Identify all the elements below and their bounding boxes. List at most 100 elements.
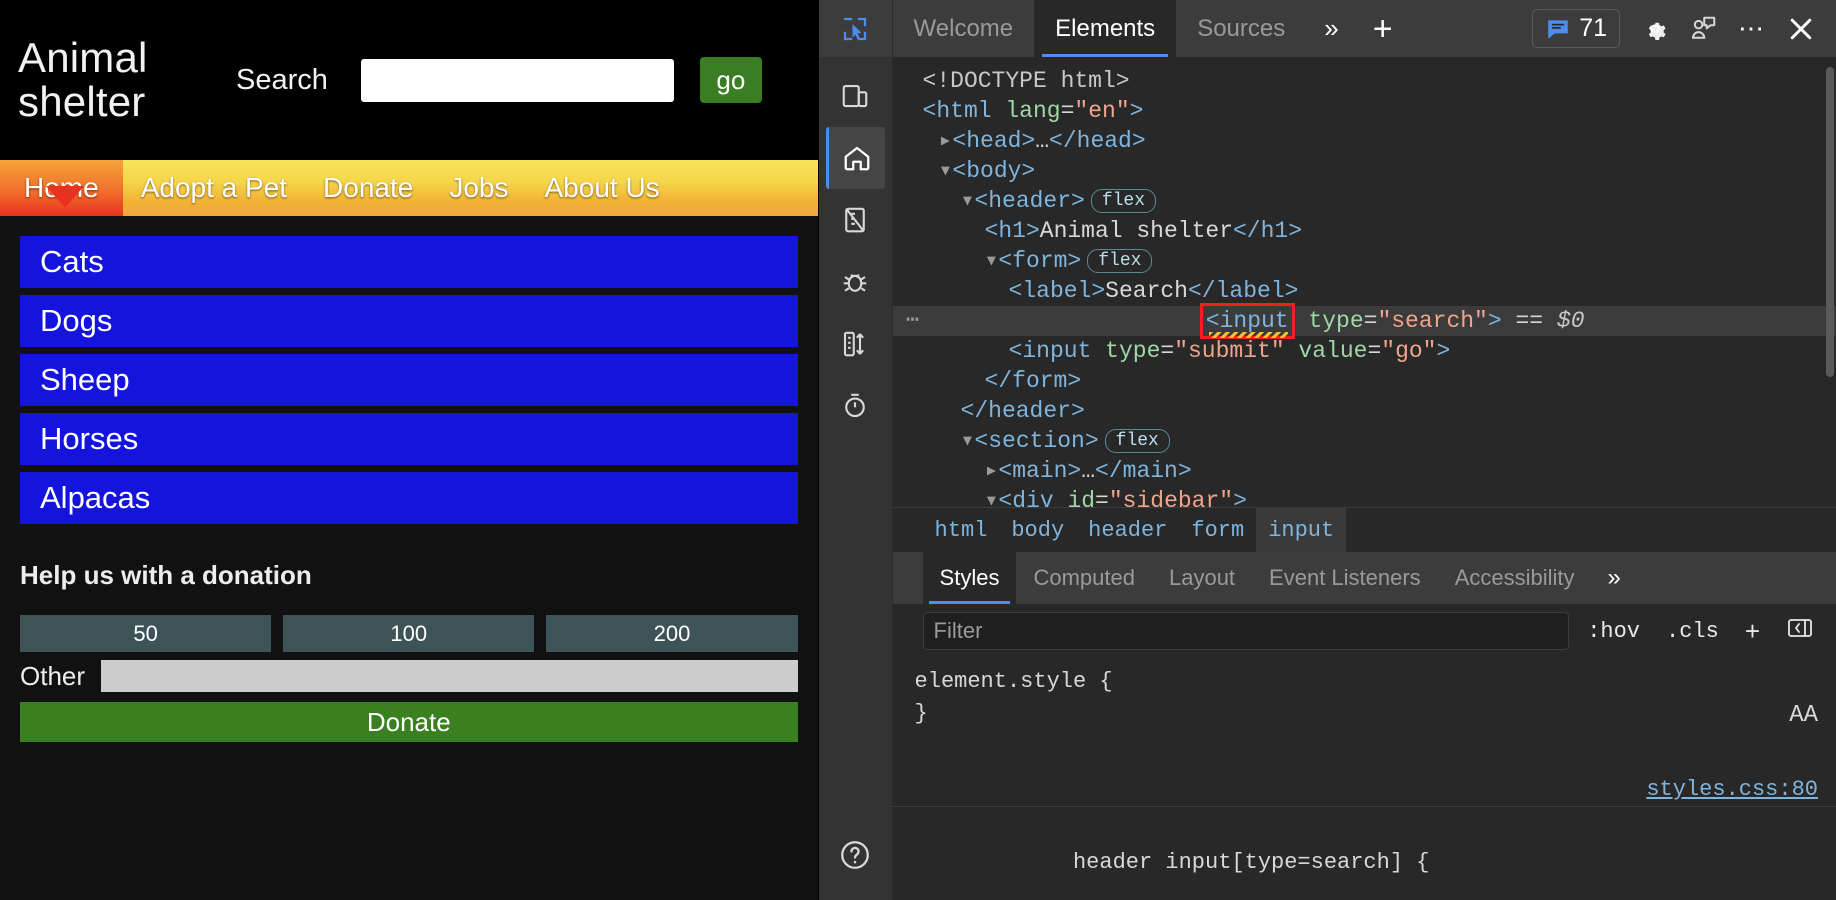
search-input[interactable] [361,59,674,102]
rule-header-input-search-selector[interactable]: header input[type=search] { styles.css:8… [893,806,1836,900]
list-item[interactable]: Horses [20,413,798,465]
message-icon [1545,16,1571,42]
settings-gear-icon[interactable] [1634,8,1676,50]
donation-other-input[interactable] [101,660,798,692]
tab-event-listeners[interactable]: Event Listeners [1252,552,1438,604]
dom-node-input-submit[interactable]: <input type="submit" value="go"> [893,336,1836,366]
font-size-aa-icon[interactable]: AA [1789,700,1818,732]
dom-node-html[interactable]: <html lang="en"> [893,96,1836,126]
breadcrumb-item-body[interactable]: body [999,508,1076,552]
spellcheck-squiggle [1209,332,1288,338]
search-submit-button[interactable]: go [700,57,762,103]
breadcrumb: html body header form input [893,507,1836,552]
toolbar-right-icons: ⋯ [1634,8,1836,50]
styles-rules-pane[interactable]: element.style { } AA header input[type=s… [893,658,1836,900]
tab-welcome[interactable]: Welcome [893,0,1035,57]
devtools-panel: Welcome Elements Sources » + 71 [818,0,1836,900]
dom-node-form[interactable]: ▾<form>flex [893,246,1836,276]
tab-computed[interactable]: Computed [1016,552,1152,604]
donation-amount-50-button[interactable]: 50 [20,615,271,652]
list-item[interactable]: Alpacas [20,472,798,524]
dom-node-h1[interactable]: <h1>Animal shelter</h1> [893,216,1836,246]
webpage-viewport: Animal shelter Search go Home Adopt a Pe… [0,0,818,900]
dom-node-div-sidebar[interactable]: ▾<div id="sidebar"> [893,486,1836,507]
tab-accessibility[interactable]: Accessibility [1438,552,1592,604]
donation-section: Help us with a donation 50 100 200 Other… [20,560,798,742]
dom-tree[interactable]: <!DOCTYPE html> <html lang="en"> ▸<head>… [893,57,1836,507]
tab-layout[interactable]: Layout [1152,552,1252,604]
issues-message-badge[interactable]: 71 [1532,9,1620,48]
performance-panel-icon[interactable] [827,375,883,437]
more-options-icon[interactable]: ⋯ [1730,13,1774,44]
hover-state-button[interactable]: :hov [1579,619,1648,644]
dom-node-input-search-selected[interactable]: ⋯ <input type="search"> == $0 [893,306,1836,336]
list-item[interactable]: Sheep [20,354,798,406]
tab-sources[interactable]: Sources [1176,0,1306,57]
help-icon[interactable] [827,824,883,886]
donation-amount-row: 50 100 200 [20,615,798,652]
dom-node-form-close[interactable]: </form> [893,366,1836,396]
donation-amount-100-button[interactable]: 100 [283,615,534,652]
breadcrumb-item-header[interactable]: header [1076,508,1179,552]
rule-selector-text: element.style { [915,669,1113,694]
issues-count: 71 [1579,14,1607,43]
flex-badge[interactable]: flex [1087,249,1152,273]
styles-filter-input[interactable] [923,612,1570,650]
nav-item-jobs[interactable]: Jobs [431,160,526,216]
dom-node-doctype[interactable]: <!DOCTYPE html> [893,66,1836,96]
devtools-content: <!DOCTYPE html> <html lang="en"> ▸<head>… [893,57,1836,900]
bug-panel-icon[interactable] [827,251,883,313]
dom-node-header-close[interactable]: </header> [893,396,1836,426]
search-label: Search [236,64,328,97]
page-title: Animal shelter [18,36,208,124]
breadcrumb-item-form[interactable]: form [1179,508,1256,552]
flex-badge[interactable]: flex [1091,189,1156,213]
selected-node-highlight-box: <input [1200,303,1295,339]
site-header: Animal shelter Search go [0,0,818,160]
nav-item-adopt-a-pet[interactable]: Adopt a Pet [123,160,305,216]
list-item[interactable]: Cats [20,236,798,288]
network-panel-icon[interactable] [827,313,883,375]
nav-item-about-us[interactable]: About Us [527,160,678,216]
rule-selector-text: header input[type=search] { [1073,850,1429,875]
home-panel-icon[interactable] [826,127,885,189]
tab-elements[interactable]: Elements [1034,0,1176,57]
screenshot-root: Animal shelter Search go Home Adopt a Pe… [0,0,1836,900]
list-item[interactable]: Dogs [20,295,798,347]
tab-styles[interactable]: Styles [923,552,1017,604]
dom-tree-scrollbar[interactable] [1826,67,1834,377]
more-tabs-chevron-icon[interactable]: » [1306,13,1356,44]
devtools-sidebar [819,57,893,900]
nav-item-donate[interactable]: Donate [305,160,431,216]
class-state-button[interactable]: .cls [1658,619,1727,644]
add-tab-plus-icon[interactable]: + [1357,12,1409,46]
search-form: Search go [208,57,818,103]
site-nav: Home Adopt a Pet Donate Jobs About Us [0,160,818,216]
nav-active-pointer-triangle [46,186,84,208]
donate-submit-button[interactable]: Donate [20,702,798,742]
donation-other-label: Other [20,661,85,692]
toggle-sidebar-icon[interactable] [1778,616,1822,647]
styles-more-tabs-chevron-icon[interactable]: » [1592,564,1637,592]
accessibility-panel-icon[interactable] [827,189,883,251]
close-icon[interactable] [1780,8,1822,50]
inspect-element-icon[interactable] [834,8,876,50]
devtools-main: <!DOCTYPE html> <html lang="en"> ▸<head>… [819,57,1836,900]
dom-node-main[interactable]: ▸<main>…</main> [893,456,1836,486]
dom-node-header[interactable]: ▾<header>flex [893,186,1836,216]
dom-overflow-dots[interactable]: ⋯ [893,306,933,336]
rule-source-link[interactable]: styles.css:80 [1646,774,1818,806]
flex-badge[interactable]: flex [1105,429,1170,453]
donation-amount-200-button[interactable]: 200 [546,615,797,652]
dom-node-head[interactable]: ▸<head>…</head> [893,126,1836,156]
styles-filter-row: :hov .cls + [893,604,1836,658]
breadcrumb-item-input[interactable]: input [1256,508,1346,552]
inspect-strip [819,0,893,57]
dom-node-body[interactable]: ▾<body> [893,156,1836,186]
breadcrumb-item-html[interactable]: html [923,508,1000,552]
feedback-icon[interactable] [1682,8,1724,50]
dom-node-section[interactable]: ▾<section>flex [893,426,1836,456]
device-toolbar-icon[interactable] [827,65,883,127]
new-style-rule-plus-icon[interactable]: + [1737,616,1768,647]
rule-element-style-selector[interactable]: element.style { [893,666,1836,698]
